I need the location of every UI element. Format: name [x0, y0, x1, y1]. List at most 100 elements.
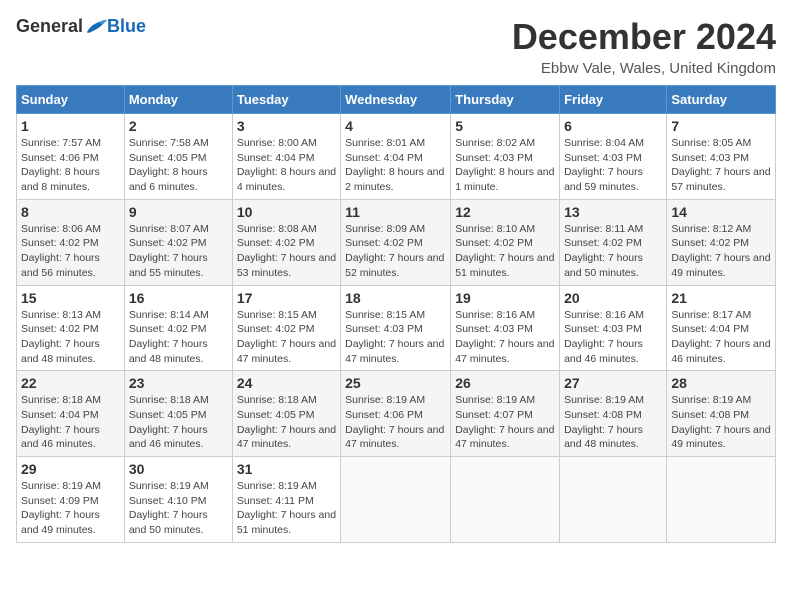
logo-general-text: General: [16, 16, 83, 37]
day-number: 11: [345, 204, 446, 220]
day-info: Sunrise: 8:16 AMSunset: 4:03 PMDaylight:…: [564, 308, 662, 367]
col-header-wednesday: Wednesday: [341, 86, 451, 114]
day-number: 18: [345, 290, 446, 306]
day-number: 25: [345, 375, 446, 391]
calendar-cell: [560, 457, 667, 543]
calendar-cell: 20 Sunrise: 8:16 AMSunset: 4:03 PMDayligh…: [560, 285, 667, 371]
col-header-thursday: Thursday: [451, 86, 560, 114]
col-header-friday: Friday: [560, 86, 667, 114]
calendar-week-1: 1Sunrise: 7:57 AMSunset: 4:06 PMDaylight…: [17, 114, 776, 200]
day-info: Sunrise: 8:16 AMSunset: 4:03 PMDaylight:…: [455, 308, 555, 367]
day-info: Sunrise: 8:14 AMSunset: 4:02 PMDaylight:…: [129, 308, 228, 367]
day-number: 14: [671, 204, 771, 220]
day-info: Sunrise: 8:19 AMSunset: 4:11 PMDaylight:…: [237, 479, 336, 538]
calendar-cell: 28 Sunrise: 8:19 AMSunset: 4:08 PMDayligh…: [667, 371, 776, 457]
day-number: 26: [455, 375, 555, 391]
day-info: Sunrise: 8:12 AMSunset: 4:02 PMDaylight:…: [671, 222, 771, 281]
day-number: 24: [237, 375, 336, 391]
day-number: 13: [564, 204, 662, 220]
day-info: Sunrise: 8:10 AMSunset: 4:02 PMDaylight:…: [455, 222, 555, 281]
day-number: 1: [21, 118, 120, 134]
day-number: 16: [129, 290, 228, 306]
col-header-saturday: Saturday: [667, 86, 776, 114]
day-number: 20: [564, 290, 662, 306]
day-info: Sunrise: 8:05 AMSunset: 4:03 PMDaylight:…: [671, 136, 771, 195]
day-info: Sunrise: 7:58 AMSunset: 4:05 PMDaylight:…: [129, 136, 228, 195]
day-info: Sunrise: 8:18 AMSunset: 4:05 PMDaylight:…: [237, 393, 336, 452]
day-info: Sunrise: 8:19 AMSunset: 4:07 PMDaylight:…: [455, 393, 555, 452]
month-title: December 2024: [512, 16, 776, 58]
day-info: Sunrise: 8:04 AMSunset: 4:03 PMDaylight:…: [564, 136, 662, 195]
calendar-cell: 14 Sunrise: 8:12 AMSunset: 4:02 PMDayligh…: [667, 199, 776, 285]
calendar-cell: 31Sunrise: 8:19 AMSunset: 4:11 PMDayligh…: [232, 457, 340, 543]
calendar-header: SundayMondayTuesdayWednesdayThursdayFrid…: [17, 86, 776, 114]
day-number: 21: [671, 290, 771, 306]
col-header-tuesday: Tuesday: [232, 86, 340, 114]
calendar-cell: 15 Sunrise: 8:13 AMSunset: 4:02 PMDayligh…: [17, 285, 125, 371]
calendar-cell: 10 Sunrise: 8:08 AMSunset: 4:02 PMDayligh…: [232, 199, 340, 285]
logo: General Blue: [16, 16, 146, 37]
calendar-cell: 25Sunrise: 8:19 AMSunset: 4:06 PMDayligh…: [341, 371, 451, 457]
calendar-cell: 2 Sunrise: 7:58 AMSunset: 4:05 PMDaylight…: [124, 114, 232, 200]
day-number: 12: [455, 204, 555, 220]
day-info: Sunrise: 8:01 AMSunset: 4:04 PMDaylight:…: [345, 136, 446, 195]
calendar-cell: 22Sunrise: 8:18 AMSunset: 4:04 PMDayligh…: [17, 371, 125, 457]
day-info: Sunrise: 8:02 AMSunset: 4:03 PMDaylight:…: [455, 136, 555, 195]
day-number: 8: [21, 204, 120, 220]
day-number: 17: [237, 290, 336, 306]
calendar-cell: 26 Sunrise: 8:19 AMSunset: 4:07 PMDayligh…: [451, 371, 560, 457]
calendar-cell: 29 Sunrise: 8:19 AMSunset: 4:09 PMDayligh…: [17, 457, 125, 543]
calendar-cell: 16 Sunrise: 8:14 AMSunset: 4:02 PMDayligh…: [124, 285, 232, 371]
calendar-cell: 24 Sunrise: 8:18 AMSunset: 4:05 PMDayligh…: [232, 371, 340, 457]
calendar-cell: 13Sunrise: 8:11 AMSunset: 4:02 PMDayligh…: [560, 199, 667, 285]
location-text: Ebbw Vale, Wales, United Kingdom: [512, 60, 776, 77]
day-info: Sunrise: 8:18 AMSunset: 4:04 PMDaylight:…: [21, 393, 120, 452]
calendar-cell: [451, 457, 560, 543]
logo-bird-icon: [85, 18, 107, 36]
title-block: December 2024 Ebbw Vale, Wales, United K…: [512, 16, 776, 77]
calendar-cell: 1Sunrise: 7:57 AMSunset: 4:06 PMDaylight…: [17, 114, 125, 200]
calendar-week-2: 8Sunrise: 8:06 AMSunset: 4:02 PMDaylight…: [17, 199, 776, 285]
day-info: Sunrise: 8:19 AMSunset: 4:08 PMDaylight:…: [564, 393, 662, 452]
day-number: 7: [671, 118, 771, 134]
calendar-cell: 11Sunrise: 8:09 AMSunset: 4:02 PMDayligh…: [341, 199, 451, 285]
day-number: 30: [129, 461, 228, 477]
calendar-cell: 23 Sunrise: 8:18 AMSunset: 4:05 PMDayligh…: [124, 371, 232, 457]
day-info: Sunrise: 8:13 AMSunset: 4:02 PMDaylight:…: [21, 308, 120, 367]
page-header: General Blue December 2024 Ebbw Vale, Wa…: [16, 16, 776, 77]
day-number: 2: [129, 118, 228, 134]
day-info: Sunrise: 8:19 AMSunset: 4:08 PMDaylight:…: [671, 393, 771, 452]
day-number: 19: [455, 290, 555, 306]
calendar-cell: 3Sunrise: 8:00 AMSunset: 4:04 PMDaylight…: [232, 114, 340, 200]
day-info: Sunrise: 8:19 AMSunset: 4:09 PMDaylight:…: [21, 479, 120, 538]
calendar-cell: [667, 457, 776, 543]
day-number: 9: [129, 204, 228, 220]
calendar-table: SundayMondayTuesdayWednesdayThursdayFrid…: [16, 85, 776, 543]
calendar-cell: 7 Sunrise: 8:05 AMSunset: 4:03 PMDaylight…: [667, 114, 776, 200]
day-info: Sunrise: 8:17 AMSunset: 4:04 PMDaylight:…: [671, 308, 771, 367]
calendar-week-5: 29 Sunrise: 8:19 AMSunset: 4:09 PMDayligh…: [17, 457, 776, 543]
day-info: Sunrise: 8:00 AMSunset: 4:04 PMDaylight:…: [237, 136, 336, 195]
calendar-cell: [341, 457, 451, 543]
day-info: Sunrise: 8:19 AMSunset: 4:10 PMDaylight:…: [129, 479, 228, 538]
logo-blue-text: Blue: [107, 16, 146, 37]
day-info: Sunrise: 8:15 AMSunset: 4:03 PMDaylight:…: [345, 308, 446, 367]
day-info: Sunrise: 8:18 AMSunset: 4:05 PMDaylight:…: [129, 393, 228, 452]
calendar-cell: 4 Sunrise: 8:01 AMSunset: 4:04 PMDaylight…: [341, 114, 451, 200]
day-number: 23: [129, 375, 228, 391]
calendar-cell: 19 Sunrise: 8:16 AMSunset: 4:03 PMDayligh…: [451, 285, 560, 371]
day-number: 6: [564, 118, 662, 134]
day-number: 15: [21, 290, 120, 306]
day-number: 29: [21, 461, 120, 477]
calendar-cell: 17Sunrise: 8:15 AMSunset: 4:02 PMDayligh…: [232, 285, 340, 371]
calendar-cell: 6 Sunrise: 8:04 AMSunset: 4:03 PMDaylight…: [560, 114, 667, 200]
col-header-sunday: Sunday: [17, 86, 125, 114]
day-number: 10: [237, 204, 336, 220]
calendar-cell: 30 Sunrise: 8:19 AMSunset: 4:10 PMDayligh…: [124, 457, 232, 543]
day-number: 4: [345, 118, 446, 134]
col-header-monday: Monday: [124, 86, 232, 114]
day-number: 5: [455, 118, 555, 134]
day-info: Sunrise: 8:08 AMSunset: 4:02 PMDaylight:…: [237, 222, 336, 281]
day-number: 27: [564, 375, 662, 391]
day-number: 28: [671, 375, 771, 391]
